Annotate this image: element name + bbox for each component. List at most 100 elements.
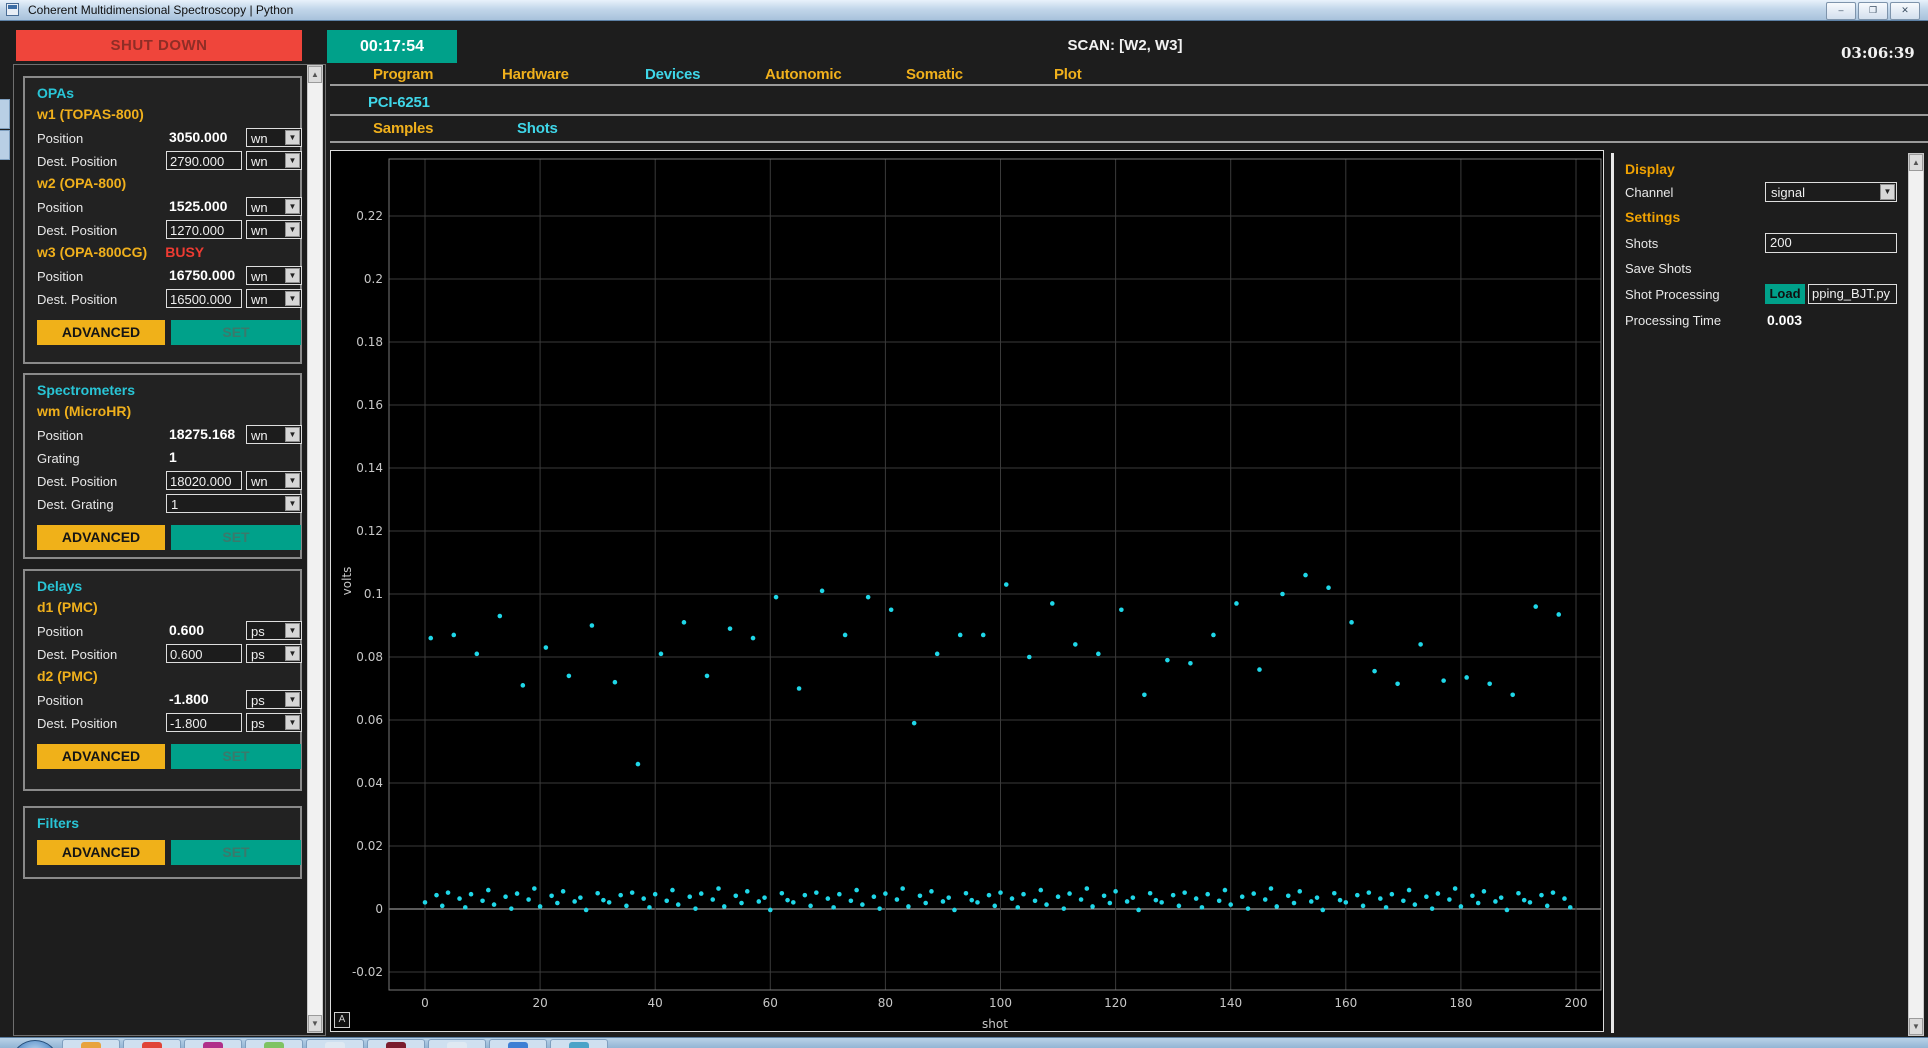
chevron-down-icon[interactable]: ▼ — [285, 130, 300, 145]
set-button[interactable]: SET — [171, 744, 301, 769]
taskbar-app-2[interactable] — [123, 1039, 181, 1048]
unit-select[interactable]: wn▼ — [246, 289, 302, 308]
field-input[interactable]: 16500.000 — [166, 289, 242, 308]
data-point — [831, 905, 836, 910]
timer-button[interactable]: 00:17:54 — [327, 30, 457, 63]
taskbar-app-9[interactable] — [550, 1039, 608, 1048]
tab-program[interactable]: Program — [373, 66, 433, 83]
taskbar-app-7[interactable] — [428, 1039, 486, 1048]
unit-select[interactable]: 1▼ — [166, 494, 302, 513]
hardware-name: w3 (OPA-800CG)BUSY — [37, 244, 204, 260]
data-point — [521, 683, 526, 688]
separator — [330, 114, 1928, 116]
app-icon — [81, 1042, 101, 1048]
taskbar-app-6[interactable] — [367, 1039, 425, 1048]
tab-autonomic[interactable]: Autonomic — [765, 66, 842, 83]
restore-icon[interactable]: ❐ — [1858, 2, 1888, 20]
chevron-down-icon[interactable]: ▼ — [285, 623, 300, 638]
taskbar[interactable] — [0, 1037, 1928, 1048]
unit-select[interactable]: wn▼ — [246, 266, 302, 285]
tab-plot[interactable]: Plot — [1054, 66, 1082, 83]
data-point — [1050, 601, 1055, 606]
scroll-down-icon[interactable]: ▼ — [1909, 1018, 1923, 1035]
chevron-down-icon[interactable]: ▼ — [285, 496, 300, 511]
data-point — [1079, 897, 1084, 902]
svg-text:0.12: 0.12 — [356, 524, 383, 538]
taskbar-app-5[interactable] — [306, 1039, 364, 1048]
shots-plot[interactable]: -0.0200.020.040.060.080.10.120.140.160.1… — [330, 150, 1604, 1032]
tab-samples[interactable]: Samples — [373, 120, 433, 137]
chevron-down-icon[interactable]: ▼ — [285, 222, 300, 237]
title-bar[interactable]: Coherent Multidimensional Spectroscopy |… — [0, 0, 1928, 21]
sidebar-scrollbar[interactable]: ▲ ▼ — [307, 65, 323, 1033]
unit-select[interactable]: wn▼ — [246, 220, 302, 239]
data-point — [613, 680, 618, 685]
scroll-up-icon[interactable]: ▲ — [308, 66, 322, 83]
processing-file-input[interactable]: pping_BJT.py — [1808, 284, 1897, 304]
scroll-down-icon[interactable]: ▼ — [308, 1015, 322, 1032]
chevron-down-icon[interactable]: ▼ — [285, 291, 300, 306]
chevron-down-icon[interactable]: ▼ — [285, 715, 300, 730]
unit-select[interactable]: wn▼ — [246, 151, 302, 170]
svg-text:60: 60 — [763, 996, 778, 1010]
unit-select[interactable]: ps▼ — [246, 690, 302, 709]
unit-select[interactable]: wn▼ — [246, 471, 302, 490]
unit-select[interactable]: ps▼ — [246, 621, 302, 640]
chevron-down-icon[interactable]: ▼ — [285, 473, 300, 488]
field-row: Dest. Position18020.000wn▼ — [25, 470, 300, 493]
advanced-button[interactable]: ADVANCED — [37, 525, 165, 550]
unit-select[interactable]: wn▼ — [246, 128, 302, 147]
channel-select[interactable]: signal ▼ — [1765, 182, 1897, 202]
clock: 03:06:39 — [1841, 44, 1915, 62]
field-input[interactable]: 1270.000 — [166, 220, 242, 239]
load-button[interactable]: Load — [1765, 284, 1805, 304]
field-row: Position0.600ps▼ — [25, 620, 300, 643]
chevron-down-icon[interactable]: ▼ — [285, 427, 300, 442]
start-button[interactable] — [12, 1040, 58, 1048]
chevron-down-icon[interactable]: ▼ — [285, 268, 300, 283]
field-input[interactable]: -1.800 — [166, 713, 242, 732]
scroll-up-icon[interactable]: ▲ — [1909, 154, 1923, 171]
set-button[interactable]: SET — [171, 525, 301, 550]
unit-select[interactable]: ps▼ — [246, 644, 302, 663]
right-panel-scrollbar[interactable]: ▲ ▼ — [1908, 153, 1924, 1036]
data-point — [1269, 886, 1274, 891]
chevron-down-icon[interactable]: ▼ — [285, 199, 300, 214]
chevron-down-icon[interactable]: ▼ — [285, 646, 300, 661]
taskbar-app-8[interactable] — [489, 1039, 547, 1048]
field-input[interactable]: 0.600 — [166, 644, 242, 663]
chevron-down-icon[interactable]: ▼ — [285, 692, 300, 707]
advanced-button[interactable]: ADVANCED — [37, 840, 165, 865]
taskbar-app-3[interactable] — [184, 1039, 242, 1048]
shutdown-button[interactable]: SHUT DOWN — [16, 30, 302, 61]
unit-select[interactable]: wn▼ — [246, 197, 302, 216]
tab-hardware[interactable]: Hardware — [502, 66, 569, 83]
advanced-button[interactable]: ADVANCED — [37, 320, 165, 345]
section-title: Filters — [37, 815, 300, 831]
unit-select[interactable]: ps▼ — [246, 713, 302, 732]
tab-somatic[interactable]: Somatic — [906, 66, 963, 83]
data-point — [935, 652, 940, 657]
set-button[interactable]: SET — [171, 320, 301, 345]
tab-pci-6251[interactable]: PCI-6251 — [368, 94, 430, 111]
shots-input[interactable]: 200 — [1765, 233, 1897, 253]
close-icon[interactable]: ✕ — [1890, 2, 1920, 20]
chevron-down-icon[interactable]: ▼ — [285, 153, 300, 168]
taskbar-app-4[interactable] — [245, 1039, 303, 1048]
field-input[interactable]: 18020.000 — [166, 471, 242, 490]
scatter-plot-canvas[interactable]: -0.0200.020.040.060.080.10.120.140.160.1… — [331, 151, 1603, 1031]
field-label: Dest. Position — [37, 292, 117, 307]
advanced-button[interactable]: ADVANCED — [37, 744, 165, 769]
tab-shots[interactable]: Shots — [517, 120, 558, 137]
data-point — [1556, 612, 1561, 617]
taskbar-app-1[interactable] — [62, 1039, 120, 1048]
chevron-down-icon[interactable]: ▼ — [1880, 184, 1895, 200]
data-point — [590, 623, 595, 628]
set-button[interactable]: SET — [171, 840, 301, 865]
tab-devices[interactable]: Devices — [645, 66, 700, 83]
field-input[interactable]: 2790.000 — [166, 151, 242, 170]
field-label: Position — [37, 693, 83, 708]
unit-select[interactable]: wn▼ — [246, 425, 302, 444]
autoscale-button[interactable]: A — [334, 1012, 350, 1028]
minimize-icon[interactable]: – — [1826, 2, 1856, 20]
